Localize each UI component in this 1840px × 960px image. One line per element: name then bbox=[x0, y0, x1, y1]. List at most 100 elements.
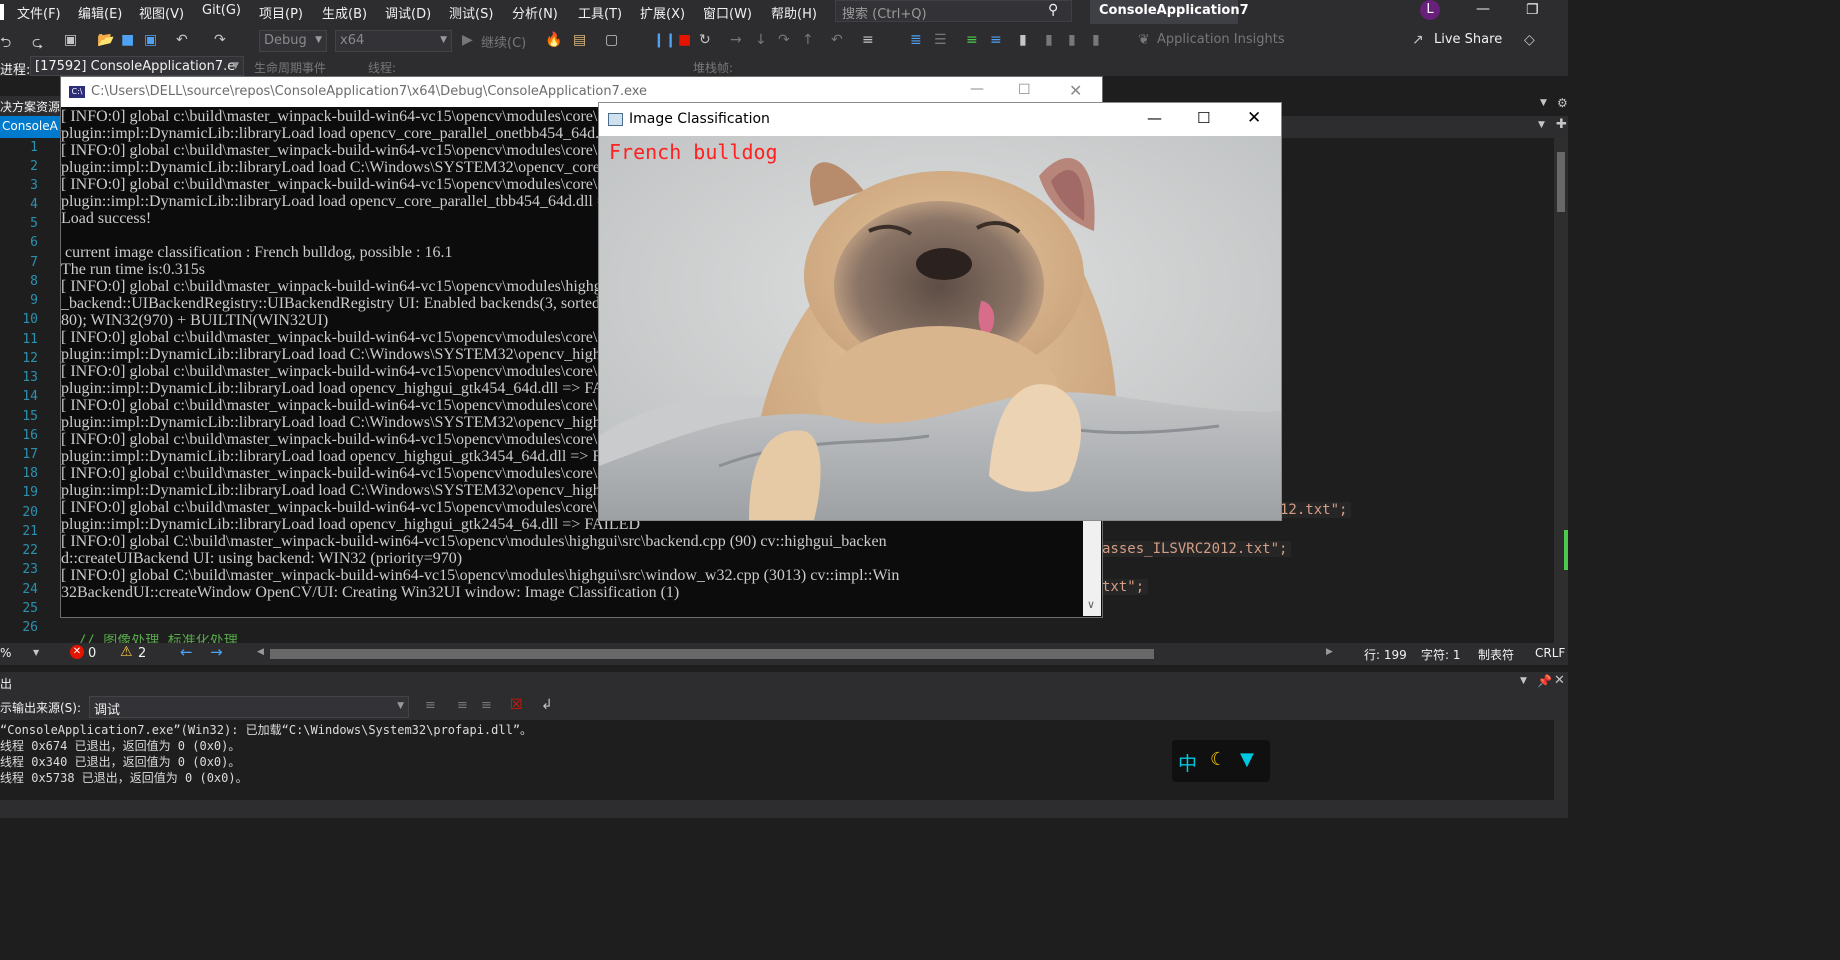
warning-count[interactable]: 2 bbox=[138, 646, 146, 661]
chevron-down-icon[interactable]: ∨ bbox=[1087, 598, 1095, 611]
error-count[interactable]: 0 bbox=[88, 646, 96, 661]
menu-project[interactable]: 项目(P) bbox=[259, 3, 303, 22]
output-scrollbar[interactable] bbox=[1554, 720, 1568, 800]
line-ending[interactable]: CRLF bbox=[1535, 646, 1565, 660]
back-icon[interactable]: ⮌ bbox=[0, 32, 11, 56]
skin-icon[interactable]: ▼ bbox=[1240, 749, 1254, 770]
pin-icon[interactable]: 📌 bbox=[1537, 674, 1552, 688]
moon-icon[interactable]: ☾ bbox=[1210, 749, 1226, 770]
stop-icon[interactable]: ■ bbox=[678, 32, 691, 48]
editor-tab[interactable]: ConsoleA bbox=[0, 116, 62, 138]
step-back-icon[interactable]: ↷ bbox=[778, 32, 790, 48]
open-folder-icon[interactable]: 📂 bbox=[97, 32, 114, 48]
format-icon[interactable]: ≣ bbox=[910, 32, 922, 48]
continue-button[interactable]: 继续(C) bbox=[481, 32, 526, 51]
menu-debug[interactable]: 调试(D) bbox=[385, 3, 431, 22]
next-bookmark-icon[interactable]: ▮ bbox=[1068, 32, 1076, 48]
editor-vertical-scrollbar[interactable] bbox=[1554, 138, 1568, 643]
forward-icon[interactable]: ⮎ bbox=[32, 32, 43, 56]
horizontal-scrollbar-thumb[interactable] bbox=[270, 649, 1154, 659]
chevron-down-icon[interactable]: ▼ bbox=[1538, 120, 1545, 130]
menu-tools[interactable]: 工具(T) bbox=[578, 3, 622, 22]
minimize-icon[interactable]: — bbox=[1147, 109, 1162, 127]
config-dropdown[interactable]: Debug ▼ bbox=[259, 30, 327, 52]
bookmark-icon[interactable]: ▮ bbox=[1019, 32, 1027, 48]
indent-icon[interactable]: ☰ bbox=[934, 32, 947, 48]
save-icon[interactable]: ■ bbox=[121, 32, 134, 48]
close-icon[interactable]: ✕ bbox=[1554, 673, 1565, 688]
live-share-button[interactable]: Live Share bbox=[1434, 32, 1502, 47]
step-out-icon[interactable]: ↑ bbox=[802, 32, 814, 48]
close-icon[interactable]: ✕ bbox=[1247, 108, 1261, 128]
clear-bookmark-icon[interactable]: ▮ bbox=[1092, 32, 1100, 48]
lifecycle-events-label[interactable]: 生命周期事件 bbox=[254, 59, 326, 76]
tab-mode[interactable]: 制表符 bbox=[1478, 646, 1514, 663]
chevron-down-icon[interactable]: ▼ bbox=[1520, 676, 1527, 686]
platform-dropdown[interactable]: x64 ▼ bbox=[335, 30, 452, 52]
screenshot-icon[interactable]: ▢ bbox=[605, 32, 618, 48]
insights-icon[interactable]: ❦ bbox=[1138, 32, 1150, 48]
avatar[interactable]: L bbox=[1420, 0, 1440, 20]
save-all-icon[interactable]: ▣ bbox=[144, 32, 157, 48]
gear-icon[interactable]: ⚙ bbox=[1557, 96, 1568, 110]
feedback-icon[interactable]: ◇ bbox=[1524, 32, 1535, 48]
output-text[interactable]: “ConsoleApplication7.exe”(Win32): 已加载“C:… bbox=[0, 720, 1554, 800]
scrollbar-thumb[interactable] bbox=[1557, 152, 1565, 212]
chevron-down-icon[interactable]: ▼ bbox=[1540, 98, 1547, 108]
menu-view[interactable]: 视图(V) bbox=[139, 3, 184, 22]
undo-step-icon[interactable]: ↶ bbox=[831, 32, 843, 48]
undo-icon[interactable]: ↶ bbox=[176, 32, 188, 48]
split-icon[interactable]: ✚ bbox=[1556, 117, 1567, 132]
close-icon[interactable]: ✕ bbox=[1069, 81, 1082, 100]
maximize-icon[interactable]: ☐ bbox=[1018, 82, 1031, 98]
step-over-icon[interactable]: → bbox=[730, 32, 742, 48]
error-icon[interactable]: ✕ bbox=[70, 645, 84, 659]
chevron-down-icon[interactable]: ▼ bbox=[33, 648, 39, 657]
nav-forward-icon[interactable]: → bbox=[210, 643, 223, 661]
scroll-left-icon[interactable]: ◀ bbox=[257, 647, 264, 657]
process-dropdown[interactable]: [17592] ConsoleApplication7.e ▼ bbox=[30, 56, 244, 76]
maximize-icon[interactable]: ☐ bbox=[1197, 109, 1210, 127]
image-classification-window[interactable]: Image Classification — ☐ ✕ French bulldo… bbox=[598, 102, 1282, 521]
warning-icon[interactable]: ⚠ bbox=[120, 644, 133, 660]
menu-git[interactable]: Git(G) bbox=[202, 3, 241, 18]
search-input[interactable]: 搜索 (Ctrl+Q) bbox=[835, 0, 1072, 22]
ime-language-button[interactable]: 中 bbox=[1178, 749, 1197, 776]
redo-icon[interactable]: ↷ bbox=[214, 32, 226, 48]
clear-all-icon[interactable]: ☒ bbox=[510, 697, 523, 713]
restore-icon[interactable]: ❐ bbox=[1526, 2, 1539, 18]
restart-icon[interactable]: ↻ bbox=[699, 32, 711, 48]
menu-file[interactable]: 文件(F) bbox=[17, 3, 61, 22]
word-wrap-icon[interactable]: ↲ bbox=[541, 697, 553, 713]
menu-build[interactable]: 生成(B) bbox=[322, 3, 367, 22]
menu-help[interactable]: 帮助(H) bbox=[771, 3, 817, 22]
live-share-icon[interactable]: ↗ bbox=[1412, 32, 1424, 48]
menu-edit[interactable]: 编辑(E) bbox=[78, 3, 122, 22]
hot-path-icon[interactable]: ≡ bbox=[862, 32, 874, 48]
scroll-right-icon[interactable]: ▶ bbox=[1326, 647, 1333, 657]
output-source-dropdown[interactable]: 调试 ▼ bbox=[89, 696, 409, 718]
find-message-icon[interactable]: ≡ bbox=[425, 698, 436, 713]
step-into-icon[interactable]: ↓ bbox=[755, 32, 767, 48]
search-icon[interactable]: ⚲ bbox=[1048, 2, 1058, 18]
minimize-icon[interactable]: — bbox=[1476, 1, 1490, 17]
attach-icon[interactable]: ▤ bbox=[573, 32, 586, 48]
pause-icon[interactable]: ❙❙ bbox=[653, 32, 676, 48]
nav-back-icon[interactable]: ← bbox=[180, 643, 193, 661]
hot-reload-icon[interactable]: 🔥 bbox=[545, 32, 562, 48]
menu-analyze[interactable]: 分析(N) bbox=[512, 3, 558, 22]
minimize-icon[interactable]: — bbox=[970, 81, 984, 97]
application-insights-button[interactable]: Application Insights bbox=[1157, 32, 1285, 47]
menu-window[interactable]: 窗口(W) bbox=[703, 3, 752, 22]
continue-icon[interactable]: ▶ bbox=[462, 32, 473, 48]
prev-message-icon[interactable]: ≡ bbox=[457, 698, 468, 713]
next-message-icon[interactable]: ≡ bbox=[481, 698, 492, 713]
menu-test[interactable]: 测试(S) bbox=[449, 3, 493, 22]
comment-icon[interactable]: ≡ bbox=[966, 32, 978, 48]
zoom-dropdown[interactable]: % bbox=[0, 646, 11, 660]
image-window-title-bar[interactable]: Image Classification — ☐ ✕ bbox=[599, 103, 1281, 136]
uncomment-icon[interactable]: ≡ bbox=[990, 32, 1002, 48]
prev-bookmark-icon[interactable]: ▮ bbox=[1045, 32, 1053, 48]
new-project-icon[interactable]: ▣ bbox=[64, 32, 77, 48]
menu-extensions[interactable]: 扩展(X) bbox=[640, 3, 685, 22]
